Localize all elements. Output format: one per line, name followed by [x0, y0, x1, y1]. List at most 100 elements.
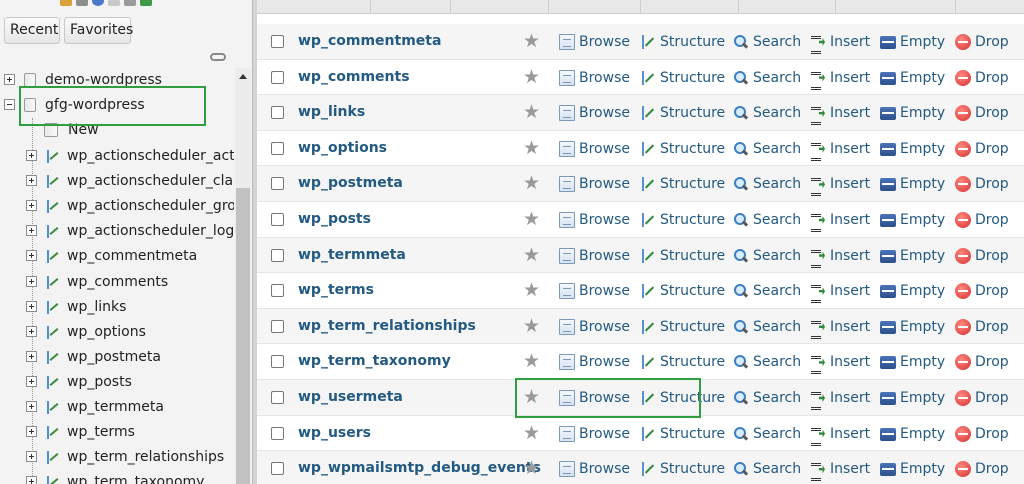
- favorite-star-icon[interactable]: ★: [523, 210, 540, 229]
- favorite-star-icon[interactable]: ★: [523, 459, 540, 478]
- row-checkbox[interactable]: [271, 319, 284, 333]
- tree-table-wp_commentmeta[interactable]: wp_commentmeta: [26, 245, 234, 267]
- expand-icon[interactable]: [26, 375, 37, 387]
- table-row: wp_posts ★ Browse Structure Search Insert Empt…: [257, 202, 1024, 238]
- home-icon[interactable]: [60, 0, 72, 6]
- table-name-link[interactable]: wp_terms: [298, 282, 374, 298]
- tree-table-wp_postmeta[interactable]: wp_postmeta: [26, 346, 234, 368]
- expand-icon[interactable]: [26, 325, 37, 337]
- table-icon: [46, 199, 60, 214]
- search-icon: [733, 390, 749, 406]
- row-checkbox[interactable]: [271, 35, 284, 48]
- collapse-icon[interactable]: [4, 99, 15, 110]
- browse-action-label: Browse: [579, 425, 630, 442]
- favorite-star-icon[interactable]: ★: [523, 281, 540, 300]
- structure-icon: [640, 283, 656, 299]
- expand-icon[interactable]: [26, 426, 37, 438]
- row-checkbox[interactable]: [271, 248, 284, 262]
- table-name-link[interactable]: wp_postmeta: [298, 175, 403, 191]
- settings-icon[interactable]: [124, 0, 136, 6]
- expand-icon[interactable]: [26, 476, 37, 484]
- table-name-link[interactable]: wp_links: [298, 104, 365, 120]
- expand-icon[interactable]: [26, 451, 37, 463]
- expand-icon[interactable]: [26, 150, 37, 161]
- row-checkbox[interactable]: [271, 70, 284, 84]
- tree-table-wp_termmeta[interactable]: wp_termmeta: [26, 396, 234, 418]
- row-checkbox[interactable]: [271, 355, 284, 369]
- favorites-tab[interactable]: Favorites: [64, 17, 133, 44]
- reload-icon[interactable]: [140, 0, 152, 6]
- expand-icon[interactable]: [26, 275, 37, 287]
- insert-icon: [810, 426, 826, 446]
- table-name-link[interactable]: wp_users: [298, 425, 371, 441]
- expand-icon[interactable]: [4, 74, 15, 85]
- favorite-star-icon[interactable]: ★: [523, 316, 540, 336]
- tree-table-wp_posts[interactable]: wp_posts: [26, 371, 234, 393]
- table-name-link[interactable]: wp_term_taxonomy: [298, 353, 451, 369]
- row-checkbox[interactable]: [271, 106, 284, 120]
- tree-table-wp_actionscheduler_logs[interactable]: wp_actionscheduler_logs: [26, 220, 234, 242]
- table-name-link[interactable]: wp_term_relationships: [298, 318, 476, 334]
- table-name-link[interactable]: wp_termmeta: [298, 247, 406, 263]
- browse-icon: [559, 354, 575, 371]
- favorite-star-icon[interactable]: ★: [523, 103, 540, 122]
- drop-icon: [955, 105, 971, 122]
- tree-table-wp_term_relationships[interactable]: wp_term_relationships: [26, 446, 234, 468]
- tree-table-wp_options[interactable]: wp_options: [26, 321, 234, 343]
- row-checkbox[interactable]: [271, 177, 284, 191]
- table-name-link[interactable]: wp_comments: [298, 69, 410, 85]
- expand-icon[interactable]: [26, 350, 37, 362]
- favorite-star-icon[interactable]: ★: [523, 174, 540, 193]
- tree-table-wp_actionscheduler_actio[interactable]: wp_actionscheduler_actio: [26, 145, 234, 167]
- favorite-star-icon[interactable]: ★: [523, 423, 540, 443]
- tree-table-wp_comments[interactable]: wp_comments: [26, 271, 234, 293]
- drop-action-label: Drop: [975, 425, 1009, 442]
- tree-table-label: wp_actionscheduler_logs: [67, 223, 234, 240]
- table-name-link[interactable]: wp_options: [298, 140, 387, 156]
- favorite-star-icon[interactable]: ★: [523, 352, 540, 371]
- table-row: wp_comments ★ Browse Structure Search Insert E…: [257, 59, 1024, 96]
- row-checkbox[interactable]: [271, 284, 284, 298]
- empty-action-label: Empty: [900, 318, 946, 335]
- row-checkbox[interactable]: [271, 213, 284, 226]
- row-checkbox[interactable]: [271, 141, 284, 155]
- docs-icon[interactable]: [108, 0, 120, 6]
- tree-table-wp_links[interactable]: wp_links: [26, 296, 234, 318]
- logout-icon[interactable]: [76, 0, 88, 6]
- tree-table-wp_term_taxonomy[interactable]: wp_term_taxonomy: [26, 471, 234, 484]
- expand-icon[interactable]: [26, 250, 37, 262]
- drop-icon: [955, 318, 971, 335]
- insert-action-label: Insert: [830, 318, 871, 335]
- expand-icon[interactable]: [26, 300, 37, 312]
- tree-table-wp_terms[interactable]: wp_terms: [26, 421, 234, 443]
- insert-action-label: Insert: [830, 354, 871, 371]
- link-with-main-panel-icon[interactable]: [210, 53, 226, 61]
- empty-action-label: Empty: [900, 140, 946, 157]
- help-icon[interactable]: [92, 0, 104, 6]
- sidebar-scrollbar[interactable]: [235, 68, 251, 484]
- table-icon: [46, 325, 60, 339]
- expand-icon[interactable]: [26, 175, 37, 187]
- expand-icon[interactable]: [26, 225, 37, 237]
- table-name-link[interactable]: wp_usermeta: [298, 389, 403, 405]
- table-name-link[interactable]: wp_posts: [298, 211, 371, 227]
- tree-table-wp_actionscheduler_claim[interactable]: wp_actionscheduler_claim: [26, 170, 234, 192]
- table-name-link[interactable]: wp_wpmailsmtp_debug_events: [298, 460, 541, 476]
- row-checkbox[interactable]: [271, 462, 284, 476]
- table-row: wp_wpmailsmtp_debug_events ★ Browse Structu…: [257, 451, 1024, 484]
- expand-icon[interactable]: [26, 401, 37, 412]
- row-checkbox[interactable]: [271, 426, 284, 440]
- tree-table-wp_actionscheduler_group[interactable]: wp_actionscheduler_group: [26, 195, 234, 217]
- scrollbar-thumb[interactable]: [236, 188, 250, 484]
- favorite-star-icon[interactable]: ★: [523, 245, 540, 265]
- drop-icon: [955, 425, 971, 442]
- favorite-star-icon[interactable]: ★: [523, 138, 540, 158]
- recent-tab[interactable]: Recent: [4, 17, 60, 44]
- row-checkbox[interactable]: [271, 391, 284, 404]
- favorite-star-icon[interactable]: ★: [523, 67, 540, 87]
- favorite-star-icon[interactable]: ★: [523, 32, 540, 51]
- table-name-link[interactable]: wp_commentmeta: [298, 33, 441, 49]
- scroll-up-arrow-icon[interactable]: [239, 74, 247, 79]
- expand-icon[interactable]: [26, 200, 37, 212]
- structure-icon: [640, 105, 656, 121]
